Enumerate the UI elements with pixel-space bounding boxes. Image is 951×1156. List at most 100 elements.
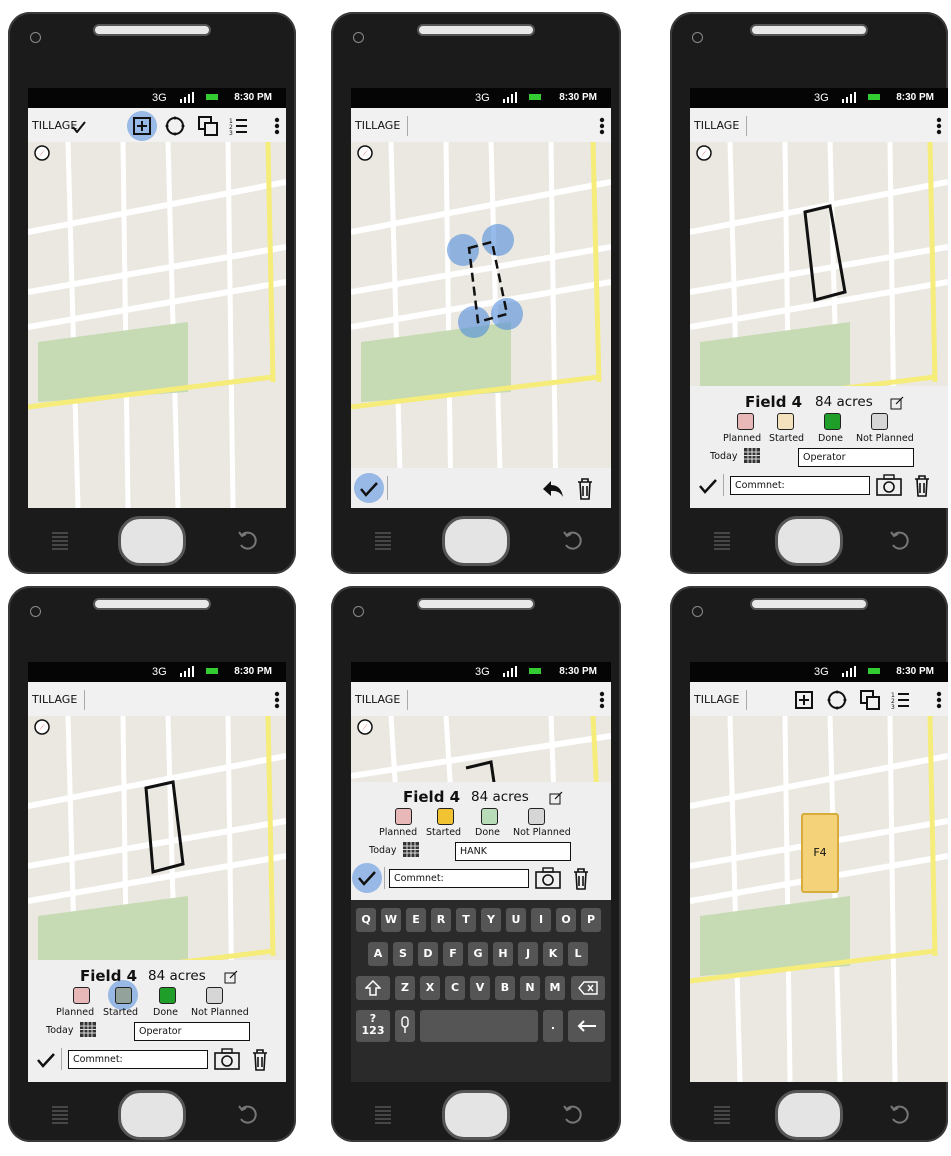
numbers-key[interactable]: ? 123 — [356, 1010, 390, 1042]
calendar-icon[interactable] — [403, 842, 419, 857]
enter-key[interactable] — [568, 1010, 605, 1042]
home-button[interactable] — [442, 516, 510, 566]
key-s[interactable]: S — [393, 942, 413, 966]
key-u[interactable]: U — [506, 908, 526, 932]
key-i[interactable]: I — [531, 908, 551, 932]
key-a[interactable]: A — [368, 942, 388, 966]
app-title[interactable]: TILLAGE — [355, 119, 400, 132]
key-k[interactable]: K — [543, 942, 563, 966]
calendar-icon[interactable] — [744, 448, 760, 463]
edit-icon[interactable] — [549, 791, 563, 805]
backspace-key[interactable] — [571, 976, 605, 1000]
status-swatch-not-planned[interactable] — [871, 413, 888, 430]
trash-icon[interactable] — [571, 867, 591, 891]
app-title[interactable]: TILLAGE — [355, 693, 400, 706]
operator-input[interactable]: HANK — [455, 842, 571, 861]
key-b[interactable]: B — [495, 976, 515, 1000]
back-key-icon[interactable] — [561, 1104, 583, 1126]
key-y[interactable]: Y — [481, 908, 501, 932]
space-key[interactable] — [420, 1010, 538, 1042]
confirm-check-icon[interactable] — [698, 478, 718, 494]
back-key-icon[interactable] — [888, 1104, 910, 1126]
status-swatch-started[interactable] — [115, 987, 132, 1004]
key-z[interactable]: Z — [395, 976, 415, 1000]
home-button[interactable] — [775, 516, 843, 566]
overflow-menu-icon[interactable] — [599, 691, 605, 709]
compass-icon[interactable] — [357, 145, 373, 161]
app-title[interactable]: TILLAGE — [32, 693, 77, 706]
overflow-menu-icon[interactable] — [599, 117, 605, 135]
menu-key-icon[interactable] — [373, 530, 393, 552]
compass-icon[interactable] — [34, 145, 50, 161]
operator-input[interactable]: Operator — [798, 448, 914, 467]
key-m[interactable]: M — [545, 976, 565, 1000]
back-key-icon[interactable] — [236, 530, 258, 552]
key-e[interactable]: E — [406, 908, 426, 932]
key-t[interactable]: T — [456, 908, 476, 932]
confirm-check-icon[interactable] — [359, 481, 379, 497]
key-o[interactable]: O — [556, 908, 576, 932]
map-view[interactable] — [351, 142, 611, 508]
comment-input[interactable]: Commnet: — [730, 476, 870, 495]
status-swatch-planned[interactable] — [395, 808, 412, 825]
compass-icon[interactable] — [34, 719, 50, 735]
home-button[interactable] — [775, 1090, 843, 1140]
add-field-icon[interactable] — [794, 690, 814, 710]
camera-icon[interactable] — [535, 867, 561, 889]
key-l[interactable]: L — [568, 942, 588, 966]
trash-icon[interactable] — [250, 1048, 270, 1072]
undo-icon[interactable] — [541, 479, 565, 499]
key-d[interactable]: D — [418, 942, 438, 966]
confirm-check-icon[interactable] — [357, 870, 377, 886]
menu-key-icon[interactable] — [712, 1104, 732, 1126]
field-boundary-editing[interactable] — [441, 222, 531, 342]
list-icon[interactable]: 123 — [228, 116, 248, 136]
key-n[interactable]: N — [520, 976, 540, 1000]
list-icon[interactable]: 123 — [890, 690, 910, 710]
key-x[interactable]: X — [420, 976, 440, 1000]
dropdown-check-icon[interactable] — [72, 121, 86, 133]
key-f[interactable]: F — [443, 942, 463, 966]
mic-key[interactable] — [395, 1010, 415, 1042]
overflow-menu-icon[interactable] — [274, 117, 280, 135]
menu-key-icon[interactable] — [50, 530, 70, 552]
trash-icon[interactable] — [912, 474, 932, 498]
shift-key[interactable] — [356, 976, 390, 1000]
home-button[interactable] — [118, 516, 186, 566]
key-h[interactable]: H — [493, 942, 513, 966]
status-swatch-done[interactable] — [481, 808, 498, 825]
app-title[interactable]: TILLAGE — [694, 693, 739, 706]
status-swatch-done[interactable] — [824, 413, 841, 430]
draw-circle-icon[interactable] — [165, 116, 185, 136]
key-v[interactable]: V — [470, 976, 490, 1000]
home-button[interactable] — [442, 1090, 510, 1140]
key-g[interactable]: G — [468, 942, 488, 966]
app-title[interactable]: TILLAGE — [32, 119, 77, 132]
menu-key-icon[interactable] — [373, 1104, 393, 1126]
key-w[interactable]: W — [381, 908, 401, 932]
key-q[interactable]: Q — [356, 908, 376, 932]
map-view[interactable] — [28, 142, 286, 508]
key-p[interactable]: P — [581, 908, 601, 932]
add-field-icon[interactable] — [132, 116, 152, 136]
edit-icon[interactable] — [224, 970, 238, 984]
menu-key-icon[interactable] — [712, 530, 732, 552]
copy-layers-icon[interactable] — [198, 116, 218, 136]
copy-layers-icon[interactable] — [860, 690, 880, 710]
key-r[interactable]: R — [431, 908, 451, 932]
draw-circle-icon[interactable] — [827, 690, 847, 710]
status-swatch-started[interactable] — [777, 413, 794, 430]
overflow-menu-icon[interactable] — [936, 117, 942, 135]
camera-icon[interactable] — [214, 1048, 240, 1070]
status-swatch-planned[interactable] — [737, 413, 754, 430]
status-swatch-planned[interactable] — [73, 987, 90, 1004]
back-key-icon[interactable] — [561, 530, 583, 552]
back-key-icon[interactable] — [888, 530, 910, 552]
map-view[interactable]: F4 — [690, 716, 948, 1082]
comment-input[interactable]: Commnet: — [68, 1050, 208, 1069]
key-j[interactable]: J — [518, 942, 538, 966]
period-key[interactable]: . — [543, 1010, 563, 1042]
status-swatch-done[interactable] — [159, 987, 176, 1004]
overflow-menu-icon[interactable] — [274, 691, 280, 709]
key-c[interactable]: C — [445, 976, 465, 1000]
